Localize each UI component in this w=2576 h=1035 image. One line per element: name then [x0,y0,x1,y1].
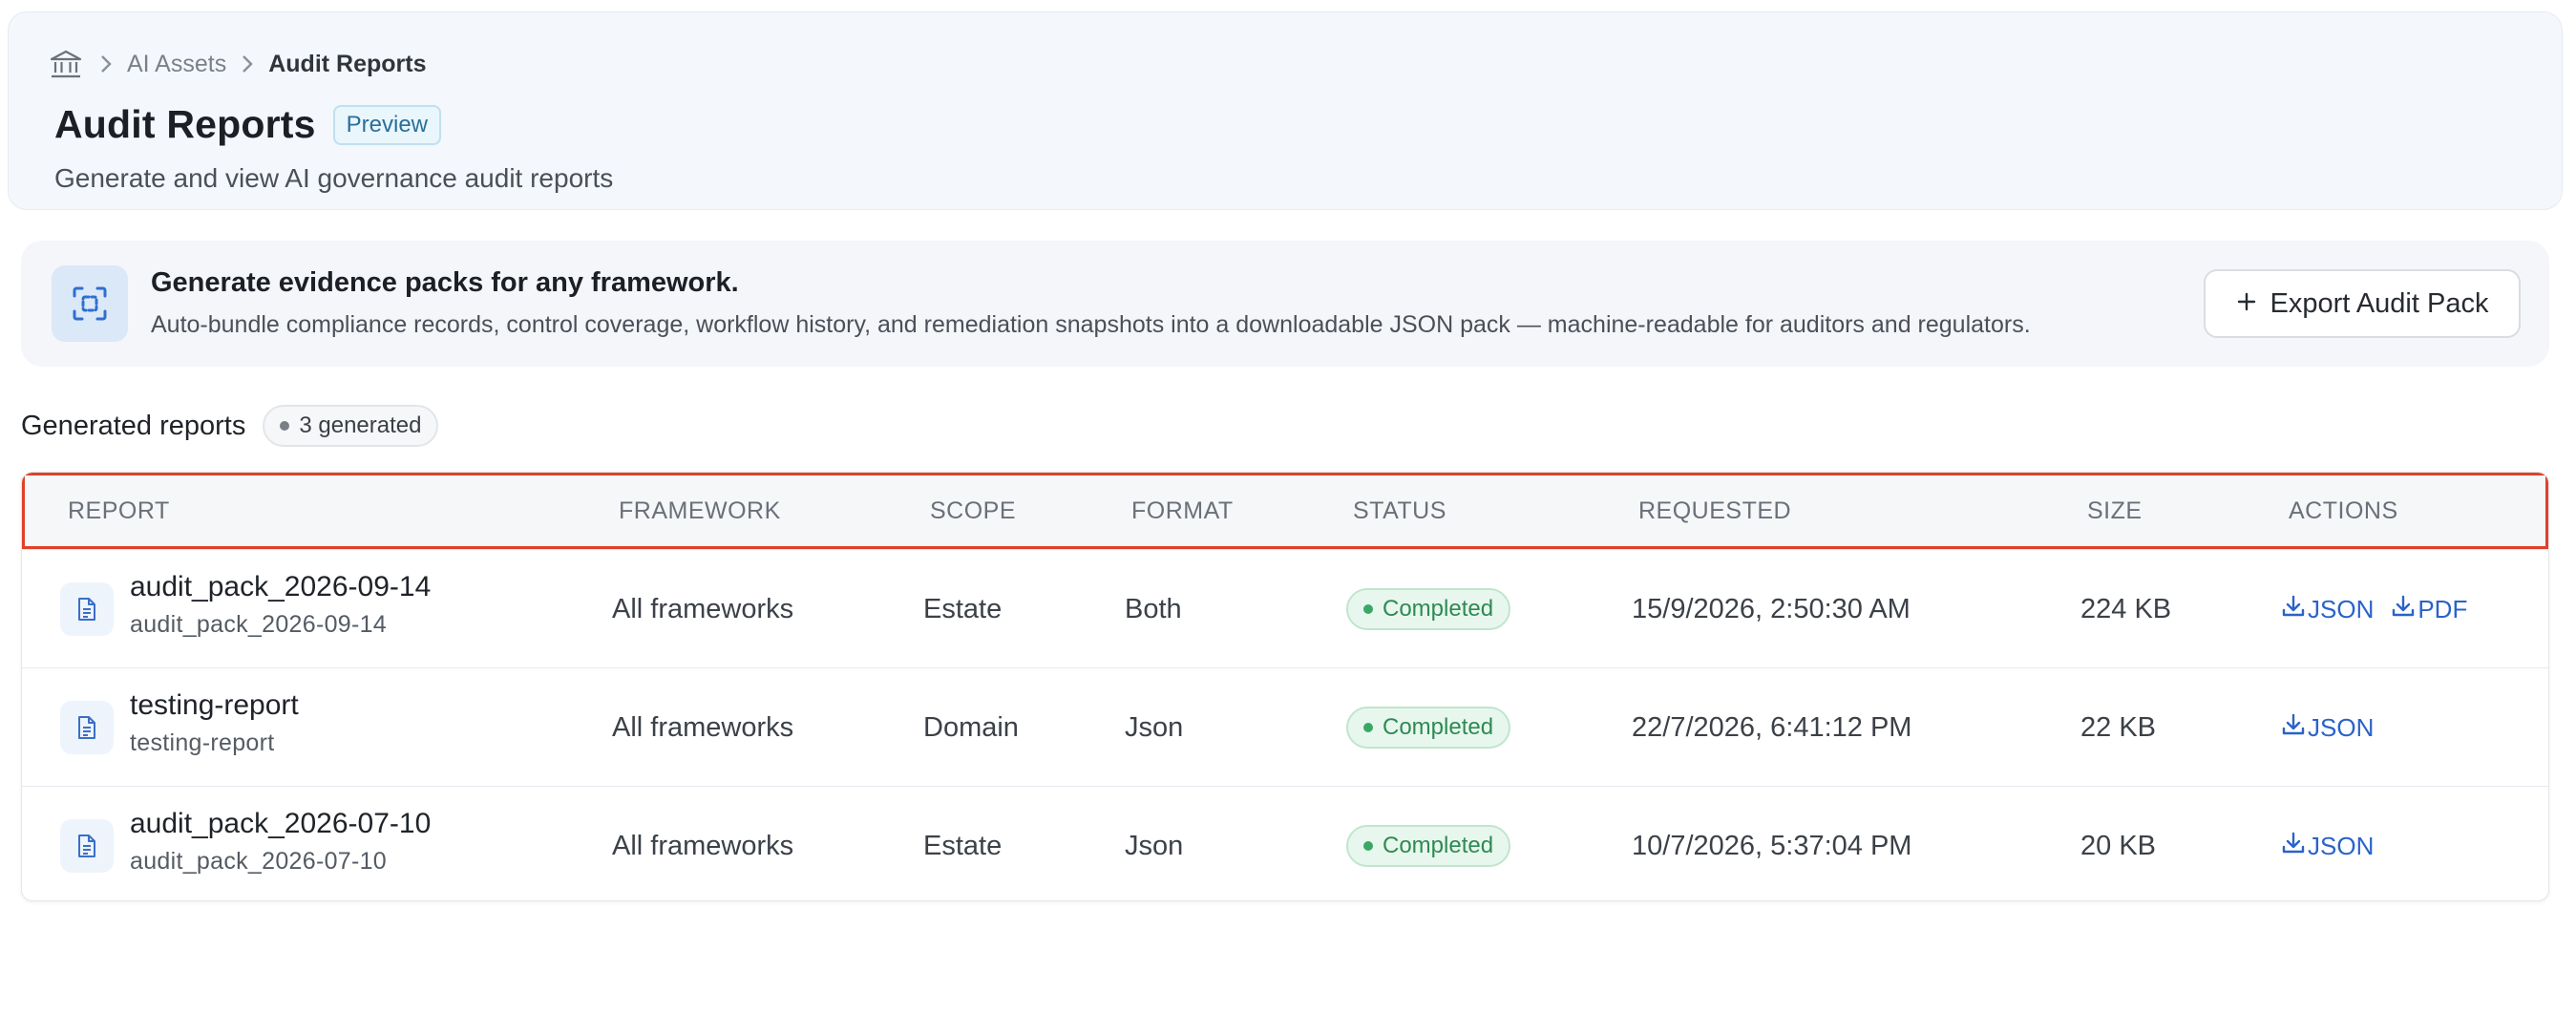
download-icon [2282,713,2305,735]
download-json-link[interactable]: JSON [2281,831,2374,861]
breadcrumb-ai-assets[interactable]: AI Assets [127,51,226,78]
section-title: Generated reports [21,410,246,441]
status-badge: Completed [1346,588,1511,630]
page-title: Audit Reports [54,102,316,146]
plus-icon [2236,288,2257,320]
actions-cell: JSON [2281,787,2391,900]
report-id: audit_pack_2026-07-10 [130,848,388,875]
breadcrumb: AI Assets Audit Reports [47,45,427,83]
actions-cell: JSON [2281,668,2391,787]
status-label: Completed [1383,714,1494,740]
status-dot [1363,604,1373,614]
format-cell: Json [1125,830,1184,861]
download-icon [2393,595,2415,617]
scope-cell: Estate [923,830,1003,861]
column-header-requested[interactable]: REQUESTED [1638,475,1791,546]
column-header-report[interactable]: REPORT [68,475,170,546]
format-cell: Json [1125,711,1184,743]
file-text-icon [60,701,114,754]
status-cell: Completed [1346,787,1511,900]
column-header-status[interactable]: STATUS [1353,475,1446,546]
breadcrumb-current: Audit Reports [268,50,427,77]
download-json-link[interactable]: JSON [2281,712,2374,743]
status-label: Completed [1383,833,1494,858]
section-heading: Generated reports 3 generated [21,405,439,447]
download-icon [2282,832,2305,854]
export-audit-pack-button[interactable]: Export Audit Pack [2204,269,2521,338]
page-subtitle: Generate and view AI governance audit re… [54,163,614,193]
framework-cell: All frameworks [612,593,794,624]
chevron-right-icon [226,45,268,83]
framework-cell: All frameworks [612,711,794,743]
status-dot [1363,841,1373,851]
report-id: audit_pack_2026-09-14 [130,611,388,638]
framework-cell: All frameworks [612,830,794,861]
actions-cell: JSON PDF [2281,550,2484,668]
promo-title: Generate evidence packs for any framewor… [151,267,739,298]
count-label: 3 generated [299,412,422,438]
status-badge: Completed [1346,707,1511,749]
download-json-label: JSON [2308,713,2375,742]
evidence-pack-banner: Generate evidence packs for any framewor… [21,241,2549,367]
promo-description: Auto-bundle compliance records, control … [151,311,2031,338]
requested-cell: 10/7/2026, 5:37:04 PM [1632,830,1912,861]
scope-cell: Estate [923,593,1003,624]
scope-cell: Domain [923,711,1019,743]
chevron-right-icon [85,45,127,83]
column-header-size[interactable]: SIZE [2087,475,2143,546]
column-header-actions: ACTIONS [2289,496,2398,524]
status-cell: Completed [1346,550,1511,668]
size-cell: 22 KB [2080,711,2156,743]
size-cell: 224 KB [2080,593,2172,624]
status-cell: Completed [1346,668,1511,787]
size-cell: 20 KB [2080,830,2156,861]
file-text-icon [60,582,114,636]
report-name[interactable]: testing-report [130,689,299,722]
download-json-label: JSON [2308,832,2375,860]
report-name[interactable]: audit_pack_2026-07-10 [130,808,431,840]
file-text-icon [60,819,114,873]
title-row: Audit Reports Preview [54,102,442,147]
requested-cell: 22/7/2026, 6:41:12 PM [1632,711,1912,743]
table-header: REPORT FRAMEWORK SCOPE FORMAT STATUS REQ… [22,473,2548,549]
status-badge: Completed [1346,825,1511,867]
scan-frame-icon [52,265,128,342]
column-header-format[interactable]: FORMAT [1131,475,1234,546]
count-dot [280,421,290,431]
table-row[interactable]: audit_pack_2026-07-10 audit_pack_2026-07… [22,786,2548,900]
requested-cell: 15/9/2026, 2:50:30 AM [1632,593,1911,624]
download-pdf-label: PDF [2418,595,2468,623]
table-row[interactable]: testing-report testing-report All framew… [22,667,2548,786]
home-icon[interactable] [47,45,85,83]
download-json-label: JSON [2308,595,2375,623]
download-pdf-link[interactable]: PDF [2391,594,2467,624]
report-count-badge: 3 generated [263,405,439,447]
export-button-label: Export Audit Pack [2270,287,2489,319]
report-name[interactable]: audit_pack_2026-09-14 [130,571,431,603]
report-id: testing-report [130,729,275,756]
table-row[interactable]: audit_pack_2026-09-14 audit_pack_2026-09… [22,549,2548,667]
column-header-framework[interactable]: FRAMEWORK [619,475,781,546]
reports-table: REPORT FRAMEWORK SCOPE FORMAT STATUS REQ… [21,472,2549,901]
status-label: Completed [1383,596,1494,622]
column-header-scope[interactable]: SCOPE [930,475,1016,546]
format-cell: Both [1125,593,1182,624]
download-json-link[interactable]: JSON [2281,594,2374,624]
page-header: AI Assets Audit Reports Audit Reports Pr… [8,11,2563,210]
download-icon [2282,595,2305,617]
preview-badge: Preview [332,104,442,145]
status-dot [1363,723,1373,732]
